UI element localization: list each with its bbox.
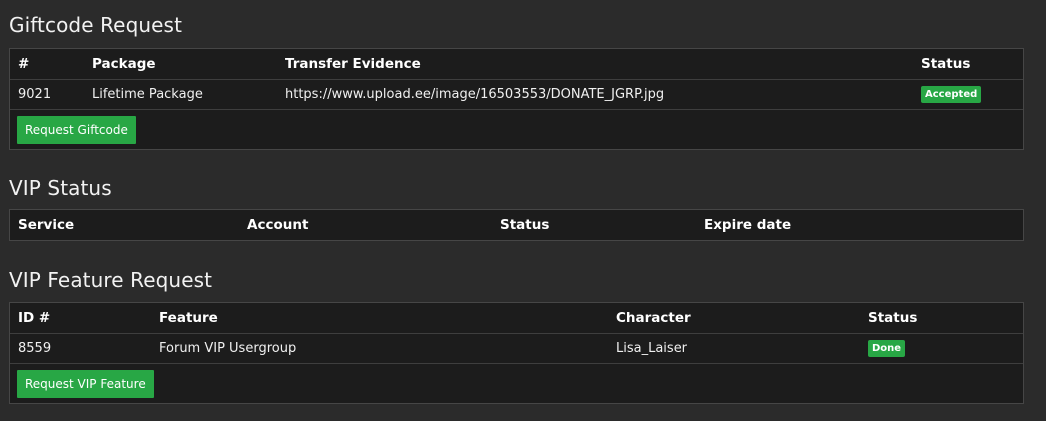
vip-status-table: Service Account Status Expire date — [9, 209, 1024, 241]
giftcode-col-package: Package — [92, 56, 156, 72]
giftcode-evidence-link[interactable]: https://www.upload.ee/image/16503553/DON… — [285, 87, 664, 102]
giftcode-col-id: # — [18, 56, 30, 72]
vip-status-col-expire: Expire date — [704, 217, 792, 233]
vip-feature-col-character: Character — [616, 310, 691, 326]
giftcode-section-title: Giftcode Request — [9, 13, 183, 37]
table-row: 8559 Forum VIP Usergroup Lisa_Laiser Don… — [10, 334, 1023, 364]
page: Giftcode Request # Package Transfer Evid… — [0, 0, 1046, 421]
vip-feature-character: Lisa_Laiser — [616, 341, 688, 356]
request-giftcode-button[interactable]: Request Giftcode — [17, 116, 136, 144]
giftcode-col-status: Status — [921, 56, 971, 72]
vip-feature-action-row: Request VIP Feature — [10, 364, 1023, 403]
vip-feature-section-title: VIP Feature Request — [9, 268, 213, 292]
vip-status-col-account: Account — [247, 217, 309, 233]
giftcode-header-row: # Package Transfer Evidence Status — [10, 49, 1023, 80]
vip-status-section-title: VIP Status — [9, 176, 112, 200]
giftcode-col-evidence: Transfer Evidence — [285, 56, 421, 72]
giftcode-table: # Package Transfer Evidence Status 9021 … — [9, 48, 1024, 150]
table-row: 9021 Lifetime Package https://www.upload… — [10, 80, 1023, 110]
giftcode-id: 9021 — [18, 87, 52, 102]
giftcode-package: Lifetime Package — [92, 87, 203, 102]
giftcode-status-cell: Accepted — [921, 86, 982, 103]
vip-status-col-status: Status — [500, 217, 550, 233]
vip-feature-table: ID # Feature Character Status 8559 Forum… — [9, 302, 1024, 404]
vip-feature-col-id: ID # — [18, 310, 51, 326]
status-badge: Done — [868, 340, 906, 357]
status-badge: Accepted — [921, 86, 982, 103]
giftcode-action-row: Request Giftcode — [10, 110, 1023, 149]
vip-feature-name: Forum VIP Usergroup — [159, 341, 297, 356]
vip-feature-header-row: ID # Feature Character Status — [10, 303, 1023, 334]
vip-feature-status-cell: Done — [868, 340, 906, 357]
vip-feature-col-feature: Feature — [159, 310, 218, 326]
vip-status-col-service: Service — [18, 217, 75, 233]
vip-feature-col-status: Status — [868, 310, 918, 326]
request-vip-feature-button[interactable]: Request VIP Feature — [17, 370, 154, 398]
vip-status-header-row: Service Account Status Expire date — [10, 210, 1023, 240]
vip-feature-id: 8559 — [18, 341, 52, 356]
